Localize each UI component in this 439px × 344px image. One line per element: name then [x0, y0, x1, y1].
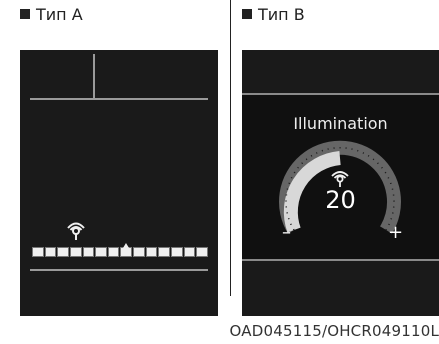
- figure-code: OAD045115/OHCR049110L: [229, 322, 439, 340]
- minus-label: –: [282, 222, 291, 243]
- level-segment: [133, 247, 145, 257]
- illumination-title: Illumination: [293, 114, 388, 133]
- center-rule: [93, 54, 95, 99]
- divider: [230, 0, 231, 296]
- level-segment: [171, 247, 183, 257]
- level-segment: [95, 247, 107, 257]
- bottom-rule: [30, 269, 208, 271]
- type-b-display: Illumination – + 20: [242, 50, 439, 316]
- type-a-display: [20, 50, 218, 316]
- level-segment-marker: [120, 243, 133, 257]
- level-segment: [145, 247, 158, 257]
- level-segment: [196, 247, 208, 257]
- type-a-text: Тип А: [36, 5, 83, 24]
- plus-label: +: [388, 222, 402, 243]
- bullet-square-icon: [20, 9, 30, 19]
- type-b-text: Тип B: [258, 5, 305, 24]
- level-segment: [69, 247, 82, 257]
- level-segment: [57, 247, 69, 257]
- level-segment: [44, 247, 57, 257]
- level-segment: [107, 247, 120, 257]
- type-b-label: Тип B: [242, 5, 305, 24]
- illumination-value: 20: [325, 186, 356, 214]
- level-segment: [183, 247, 196, 257]
- illumination-level-bar: [32, 243, 208, 257]
- top-rule: [30, 98, 208, 100]
- level-segment: [32, 247, 44, 257]
- type-a-label: Тип А: [20, 5, 83, 24]
- level-segment: [82, 247, 95, 257]
- level-segment: [158, 247, 171, 257]
- illumination-icon: [67, 222, 85, 240]
- bullet-square-icon: [242, 9, 252, 19]
